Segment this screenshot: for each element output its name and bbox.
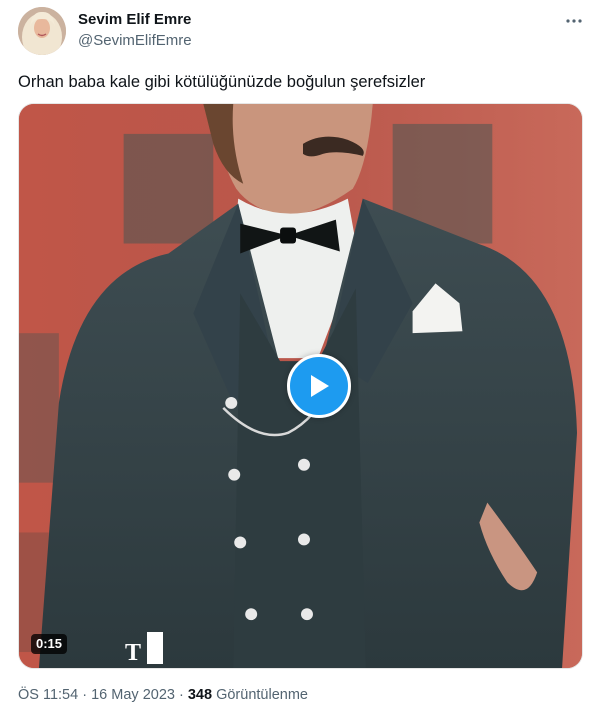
watermark-logo: T [125,632,163,666]
author-block: Sevim Elif Emre @SevimElifEmre [78,10,192,50]
tweet-meta: ÖS 11:54 · 16 May 2023 · 348 Görüntülenm… [18,686,308,705]
tweet-time[interactable]: ÖS 11:54 [18,687,78,703]
video-duration: 0:15 [31,634,68,654]
author-display-name[interactable]: Sevim Elif Emre [78,10,192,29]
views-label: Görüntülenme [216,687,308,703]
avatar[interactable] [18,7,66,55]
tweet-date[interactable]: 16 May 2023 [91,687,175,703]
tweet-text: Orhan baba kale gibi kötülüğünüzde boğul… [18,73,426,91]
author-handle[interactable]: @SevimElifEmre [78,31,192,50]
tweet: Sevim Elif Emre @SevimElifEmre Orhan bab… [0,0,603,723]
meta-separator: · [82,687,88,703]
video-player[interactable]: 0:15 T [18,103,583,669]
more-horizontal-icon [566,19,582,23]
more-button[interactable] [563,10,585,32]
views-count[interactable]: 348 [188,687,212,703]
meta-separator: · [178,687,184,703]
avatar-image [18,7,66,55]
channel-watermark: T [123,632,165,666]
play-button[interactable] [287,354,351,418]
watermark-letter: T [125,640,141,664]
play-icon [311,375,329,397]
